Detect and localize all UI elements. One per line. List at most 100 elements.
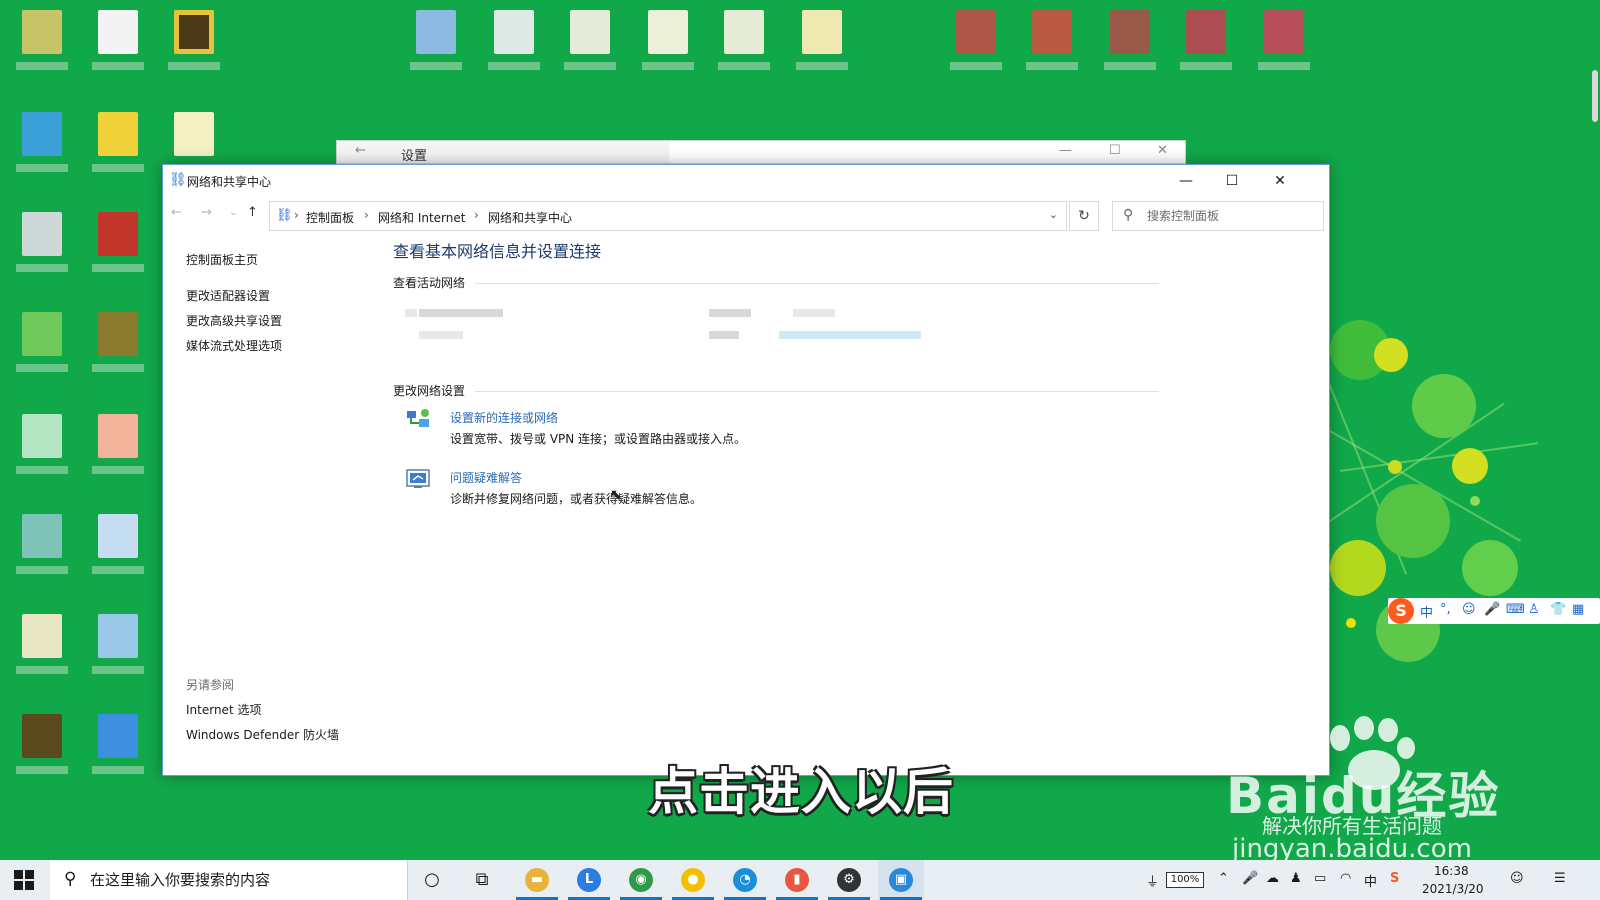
windows-defender-firewall-link[interactable]: Windows Defender 防火墙 xyxy=(186,726,339,743)
taskbar: ⚲ ○ ⧉ ▬ L ◉ ● ◔ ▮ ⚙ ▣ ⏚ 100% ⌃ 🎤 ☁ ♟ ▭ ◠ 中 S 16… xyxy=(0,860,1600,900)
media-streaming-options-link[interactable]: 媒体流式处理选项 xyxy=(186,337,282,354)
network-name-redacted xyxy=(419,309,503,317)
forward-arrow-icon[interactable]: → xyxy=(201,205,212,220)
cloud-icon[interactable]: ☁ xyxy=(1266,871,1279,886)
ime-toolbar[interactable]: S 中 °, ☺ 🎤 ⌨ ♙ 👕 ▦ xyxy=(1388,598,1600,624)
see-also-heading: 另请参阅 xyxy=(186,678,235,692)
breadcrumb-control-panel[interactable]: 控制面板 xyxy=(306,209,354,226)
ime-punctuation-icon[interactable]: °, xyxy=(1440,602,1451,617)
notification-center-icon[interactable]: ☰ xyxy=(1554,871,1566,886)
ime-user-icon[interactable]: ♙ xyxy=(1528,602,1540,617)
l-app-taskbar-button[interactable]: L xyxy=(566,860,612,900)
desktop-icon[interactable] xyxy=(10,408,72,480)
desktop-icon[interactable] xyxy=(10,608,72,680)
change-adapter-settings-link[interactable]: 更改适配器设置 xyxy=(186,287,270,304)
troubleshoot-problems-link[interactable]: 问题疑难解答 xyxy=(450,469,522,486)
ime-skin-icon[interactable]: 👕 xyxy=(1550,602,1566,617)
cortana-icon[interactable]: ○ xyxy=(410,860,454,900)
minimize-icon[interactable]: — xyxy=(1059,143,1072,158)
up-arrow-icon[interactable]: ↑ xyxy=(247,205,258,220)
desktop-icon[interactable] xyxy=(10,106,72,178)
mouse-cursor-icon: ⬉ xyxy=(610,487,622,503)
wifi-icon[interactable]: ◠ xyxy=(1340,871,1351,886)
cable-icon[interactable]: ⏚ xyxy=(1146,871,1159,890)
ime-emoji-icon[interactable]: ☺ xyxy=(1462,602,1476,617)
desktop-icon[interactable] xyxy=(482,4,544,76)
search-input[interactable] xyxy=(1147,207,1317,225)
show-hidden-icons-chevron[interactable]: ⌃ xyxy=(1218,871,1229,886)
file-explorer-taskbar-button[interactable]: ▬ xyxy=(514,860,560,900)
desktop-icon[interactable] xyxy=(790,4,852,76)
desktop-icon[interactable] xyxy=(1020,4,1082,76)
recent-locations-icon[interactable]: ⌄ xyxy=(229,207,237,218)
clock-time[interactable]: 16:38 xyxy=(1434,864,1469,878)
sogou-tray-icon[interactable]: S xyxy=(1390,871,1399,886)
clock-date[interactable]: 2021/3/20 xyxy=(1422,882,1484,896)
desktop-icon[interactable] xyxy=(86,608,148,680)
taskbar-search-input[interactable] xyxy=(90,870,390,890)
browser-c-taskbar-button[interactable]: ◉ xyxy=(618,860,664,900)
browser-c-icon: ◉ xyxy=(629,868,653,892)
desktop-icon[interactable] xyxy=(10,508,72,580)
desktop-icon[interactable] xyxy=(86,106,148,178)
windows-start-icon[interactable] xyxy=(14,870,34,890)
close-button[interactable]: ✕ xyxy=(1257,167,1303,195)
breadcrumb-network-sharing-center[interactable]: 网络和共享中心 xyxy=(488,209,572,226)
desktop-icon[interactable] xyxy=(86,206,148,278)
desktop-icon[interactable] xyxy=(86,4,148,76)
maximize-icon[interactable]: ☐ xyxy=(1109,143,1121,158)
title-bar[interactable]: ⛓ 网络和共享中心 — ☐ ✕ xyxy=(163,165,1329,197)
ime-toolbox-icon[interactable]: ▦ xyxy=(1572,602,1584,617)
change-advanced-sharing-link[interactable]: 更改高级共享设置 xyxy=(186,312,282,329)
smiley-feedback-icon[interactable]: ☺ xyxy=(1510,871,1524,886)
battery-icon[interactable]: ▭ xyxy=(1314,871,1326,886)
desktop-icon[interactable] xyxy=(86,708,148,780)
close-icon[interactable]: ✕ xyxy=(1157,143,1168,158)
control-panel-home-link[interactable]: 控制面板主页 xyxy=(186,251,258,268)
input-language-indicator[interactable]: 中 xyxy=(1364,871,1377,890)
taskbar-search-box[interactable]: ⚲ xyxy=(50,860,408,900)
slides-app-taskbar-button[interactable]: ▮ xyxy=(774,860,820,900)
desktop-icon[interactable] xyxy=(1252,4,1314,76)
microphone-icon[interactable]: 🎤 xyxy=(1242,871,1258,886)
ime-keyboard-icon[interactable]: ⌨ xyxy=(1506,602,1525,617)
desktop-icon[interactable] xyxy=(10,206,72,278)
desktop-icon[interactable] xyxy=(162,4,224,76)
qq-icon[interactable]: ♟ xyxy=(1290,871,1302,886)
maximize-button[interactable]: ☐ xyxy=(1209,167,1255,195)
settings-window-behind[interactable]: ← 设置 — ☐ ✕ xyxy=(336,140,1186,164)
internet-options-link[interactable]: Internet 选项 xyxy=(186,701,261,718)
search-box[interactable]: ⚲ xyxy=(1112,201,1324,231)
breadcrumb-network-internet[interactable]: 网络和 Internet xyxy=(378,209,465,226)
refresh-button[interactable]: ↻ xyxy=(1069,201,1099,231)
desktop-icon[interactable] xyxy=(712,4,774,76)
desktop-icon[interactable] xyxy=(86,306,148,378)
minimize-button[interactable]: — xyxy=(1163,167,1209,195)
bulb-app-taskbar-button[interactable]: ● xyxy=(670,860,716,900)
desktop-icon[interactable] xyxy=(86,508,148,580)
desktop-icon[interactable] xyxy=(558,4,620,76)
settings-app-taskbar-button[interactable]: ⚙ xyxy=(826,860,872,900)
desktop-icon[interactable] xyxy=(1174,4,1236,76)
ime-chinese-mode[interactable]: 中 xyxy=(1420,602,1433,621)
desktop-icon[interactable] xyxy=(10,4,72,76)
desktop-icon[interactable] xyxy=(636,4,698,76)
address-bar[interactable]: ⛓ › 控制面板 › 网络和 Internet › 网络和共享中心 ⌄ xyxy=(269,201,1067,231)
chat-app-taskbar-button[interactable]: ◔ xyxy=(722,860,768,900)
battery-indicator[interactable]: 100% xyxy=(1166,872,1204,888)
sogou-logo-icon[interactable]: S xyxy=(1388,598,1414,624)
ime-voice-icon[interactable]: 🎤 xyxy=(1484,602,1500,617)
control-panel-app-taskbar-button[interactable]: ▣ xyxy=(878,860,924,900)
desktop-icon[interactable] xyxy=(944,4,1006,76)
setup-new-connection-link[interactable]: 设置新的连接或网络 xyxy=(450,409,558,426)
desktop-icon[interactable] xyxy=(404,4,466,76)
desktop-icon[interactable] xyxy=(10,708,72,780)
back-arrow-icon[interactable]: ← xyxy=(355,143,366,158)
desktop-icon[interactable] xyxy=(10,306,72,378)
back-arrow-icon[interactable]: ← xyxy=(171,205,182,220)
desktop-icon[interactable] xyxy=(1098,4,1160,76)
desktop-icon[interactable] xyxy=(86,408,148,480)
chevron-down-icon[interactable]: ⌄ xyxy=(1049,208,1058,221)
connection-link-redacted[interactable] xyxy=(779,331,921,339)
task-view-icon[interactable]: ⧉ xyxy=(460,860,504,900)
